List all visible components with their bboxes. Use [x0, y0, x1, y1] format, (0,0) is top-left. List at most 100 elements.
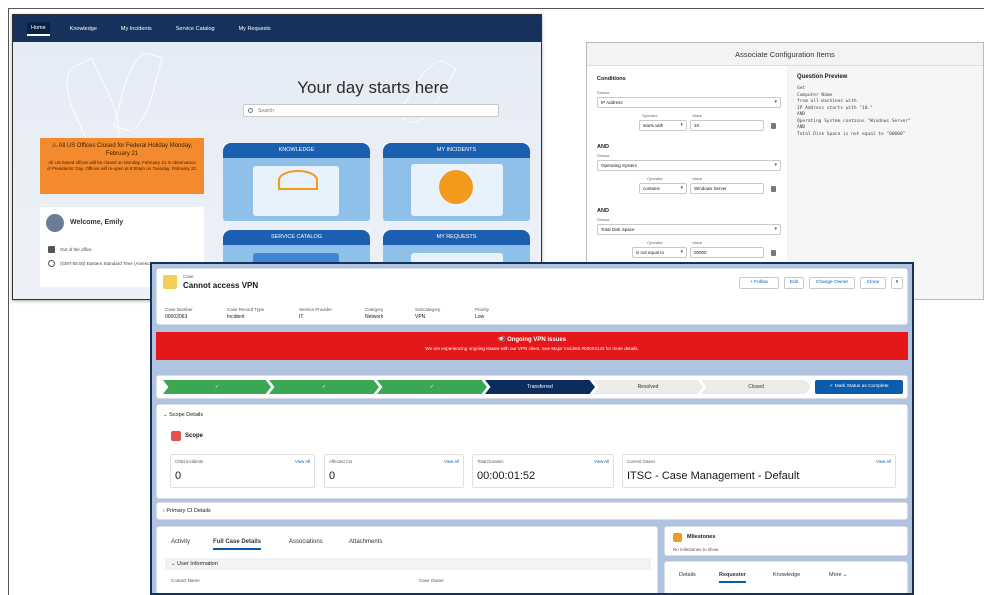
hero-title: Your day starts here	[297, 78, 449, 97]
nav-my-requests[interactable]: My Requests	[235, 23, 275, 35]
primary-ci-section[interactable]: › Primary CI Details	[156, 502, 908, 520]
field-label: Subcategory	[415, 307, 441, 312]
sensor-select[interactable]: IP Address	[597, 97, 781, 108]
banner-body: We are experiencing ongoing issues with …	[425, 346, 639, 351]
field-label: Case Number	[165, 307, 193, 312]
operator-label: Operator	[642, 113, 658, 118]
view-all-link[interactable]: View All	[295, 459, 310, 464]
milestone-icon	[673, 533, 682, 542]
user-information-toggle[interactable]: ⌄ User Information	[165, 558, 651, 570]
user-status: Out of the office	[60, 247, 92, 252]
and-label: AND	[597, 144, 609, 150]
operator-select[interactable]: contains	[639, 183, 687, 194]
tile-label: MY REQUESTS	[383, 230, 530, 245]
field-label: Service Provider	[299, 307, 333, 312]
case-icon	[163, 275, 177, 289]
and-label: AND	[597, 208, 609, 214]
value-label: Value	[692, 176, 702, 181]
mark-status-complete-button[interactable]: ✓ Mark Status as Complete	[815, 380, 903, 394]
metric-label: Total Duration	[477, 459, 504, 464]
conditions-heading: Conditions	[597, 76, 626, 82]
path-step-transferred[interactable]: Transferred	[485, 380, 595, 394]
view-all-link[interactable]: View All	[876, 459, 891, 464]
change-owner-button[interactable]: Change Owner	[809, 277, 855, 289]
case-number: 00002063	[165, 314, 188, 320]
status-path: ✓ ✓ ✓ Transferred Resolved Closed ✓ Mark…	[156, 375, 908, 399]
metric-value: 0	[175, 470, 182, 482]
milestones-title: Milestones	[687, 534, 716, 540]
metric-label: Current Owner	[627, 459, 656, 464]
ongoing-issue-banner: 📢 Ongoing VPN issues We are experiencing…	[156, 332, 908, 360]
view-all-link[interactable]: View All	[594, 459, 609, 464]
metric-total-duration: Total Duration View All 00:00:01:52	[472, 454, 614, 488]
tab-activity[interactable]: Activity	[171, 539, 190, 545]
path-step-complete[interactable]: ✓	[163, 380, 271, 394]
metric-value: 00:00:01:52	[477, 470, 536, 482]
scope-details-toggle[interactable]: ⌄ Scope Details	[163, 412, 203, 418]
view-all-link[interactable]: View All	[444, 459, 459, 464]
sensor-label: Sensor	[597, 90, 610, 95]
nav-home[interactable]: Home	[27, 21, 50, 36]
value-label: Value	[692, 113, 702, 118]
welcome-text: Welcome, Emily	[70, 219, 124, 226]
tab-knowledge[interactable]: Knowledge	[773, 572, 800, 578]
path-step-complete[interactable]: ✓	[377, 380, 487, 394]
no-milestones-text: No milestones to show.	[673, 547, 720, 552]
tile-illustration	[223, 158, 370, 221]
tab-attachments[interactable]: Attachments	[349, 539, 382, 545]
tab-more[interactable]: More ⌄	[829, 572, 848, 578]
alert-body: All US based offices will be closed on M…	[46, 160, 198, 171]
delete-icon[interactable]	[771, 250, 776, 256]
value-label: Value	[692, 240, 702, 245]
operator-select[interactable]: is not equal to	[632, 247, 687, 258]
portal-search-input[interactable]: Search	[243, 104, 499, 117]
field-label: Case Record Type	[227, 307, 265, 312]
scope-title: Scope	[185, 433, 204, 439]
tab-full-case-details[interactable]: Full Case Details	[213, 539, 262, 550]
sensor-select[interactable]: Total Disk Space	[597, 224, 781, 235]
path-step-complete[interactable]: ✓	[269, 380, 379, 394]
tile-knowledge[interactable]: KNOWLEDGE	[223, 143, 370, 221]
tab-details[interactable]: Details	[679, 572, 696, 578]
nav-service-catalog[interactable]: Service Catalog	[172, 23, 219, 35]
case-header: Case Cannot access VPN + Follow Edit Cha…	[156, 268, 908, 325]
chevron-down-icon[interactable]: ▾	[891, 277, 903, 289]
dialog-title: Associate Configuration Items	[587, 43, 983, 66]
banner-title: Ongoing VPN issues	[507, 337, 567, 343]
object-label: Case	[183, 274, 194, 279]
value-input[interactable]: 00000	[690, 247, 764, 258]
tile-label: MY INCIDENTS	[383, 143, 530, 158]
path-step-closed[interactable]: Closed	[701, 380, 811, 394]
category: Network	[365, 314, 384, 320]
operator-select[interactable]: starts with	[639, 120, 687, 131]
sensor-label: Sensor	[597, 153, 610, 158]
briefcase-icon	[48, 246, 55, 253]
nav-my-incidents[interactable]: My Incidents	[117, 23, 156, 35]
leaf-decoration	[113, 49, 163, 135]
employee-portal-screenshot: Home Knowledge My Incidents Service Cata…	[12, 14, 542, 300]
metric-label: Child Incidents	[175, 459, 204, 464]
metric-current-owner: Current Owner View All ITSC - Case Manag…	[622, 454, 896, 488]
clock-icon	[48, 260, 55, 267]
megaphone-icon: 📢	[497, 337, 508, 343]
clone-button[interactable]: Clone	[860, 277, 886, 289]
delete-icon[interactable]	[771, 123, 776, 129]
edit-button[interactable]: Edit	[784, 277, 804, 289]
case-owner-label: Case Owner	[419, 578, 445, 583]
alert-title: All US Offices Closed for Federal Holida…	[58, 143, 193, 157]
tab-associations[interactable]: Associations	[289, 539, 323, 545]
path-step-resolved[interactable]: Resolved	[593, 380, 703, 394]
tile-my-incidents[interactable]: MY INCIDENTS	[383, 143, 530, 221]
portal-nav: Home Knowledge My Incidents Service Cata…	[13, 15, 541, 42]
follow-button[interactable]: + Follow	[739, 277, 779, 289]
value-input[interactable]: 10.	[690, 120, 764, 131]
user-information-label: User Information	[177, 561, 218, 567]
metric-child-incidents: Child Incidents View All 0	[170, 454, 315, 488]
nav-knowledge[interactable]: Knowledge	[66, 23, 101, 35]
operator-label: Operator	[647, 176, 663, 181]
avatar[interactable]	[46, 214, 64, 232]
value-input[interactable]: Windows Server	[690, 183, 764, 194]
sensor-select[interactable]: Operating System	[597, 160, 781, 171]
tab-requester[interactable]: Requester	[719, 572, 746, 583]
delete-icon[interactable]	[771, 186, 776, 192]
